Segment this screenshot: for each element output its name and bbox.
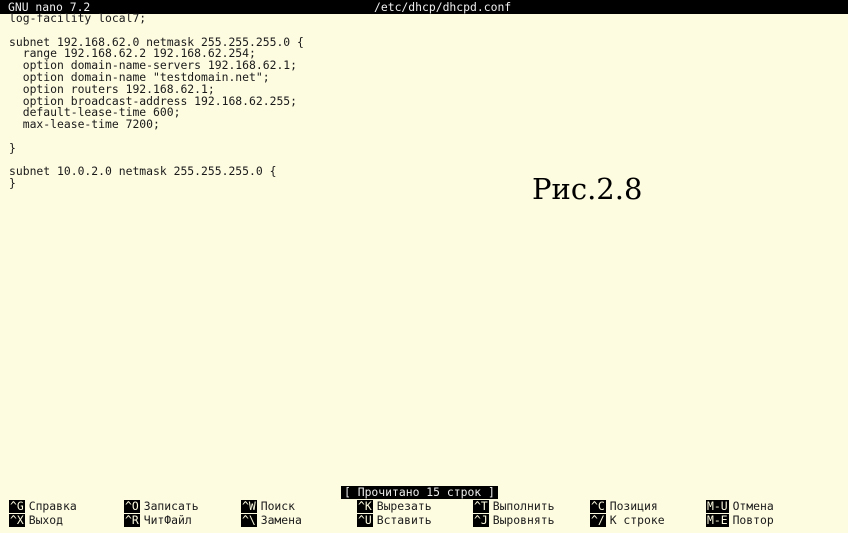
shortcut-label: Позиция [609,499,658,513]
shortcut-paste[interactable]: ^U Вставить [357,514,432,527]
shortcut-label: ЧитФайл [143,513,192,527]
shortcut-label: Выполнить [492,499,555,513]
editor-line[interactable]: subnet 10.0.2.0 netmask 255.255.255.0 { [9,166,839,178]
shortcut-search[interactable]: ^W Поиск [241,500,295,513]
shortcut-label: Отмена [732,499,774,513]
shortcut-justify[interactable]: ^J Выровнять [473,514,554,527]
shortcut-label: Повтор [732,513,774,527]
shortcut-key: ^T [473,499,489,513]
shortcut-key: ^C [590,499,606,513]
editor-line[interactable]: } [9,142,839,155]
shortcut-key: ^J [473,513,489,527]
shortcut-redo[interactable]: M-E Повтор [706,514,774,527]
shortcut-read-file[interactable]: ^R ЧитФайл [124,514,192,527]
shortcut-help[interactable]: ^G Справка [9,500,77,513]
shortcut-key: ^/ [590,513,606,527]
shortcut-execute[interactable]: ^T Выполнить [473,500,554,513]
shortcut-key: ^K [357,499,373,513]
shortcut-write[interactable]: ^O Записать [124,500,199,513]
shortcut-key: ^W [241,499,257,513]
shortcut-label: К строке [609,513,665,527]
shortcut-exit[interactable]: ^X Выход [9,514,63,527]
shortcut-replace[interactable]: ^\ Замена [241,514,302,527]
shortcut-key: ^\ [241,513,257,527]
shortcut-cut[interactable]: ^K Вырезать [357,500,432,513]
shortcut-label: Замена [260,513,302,527]
shortcut-key: ^X [9,513,25,527]
shortcut-label: Выровнять [492,513,555,527]
shortcut-key: M-U [706,499,729,513]
shortcut-label: Выход [28,513,64,527]
editor-line[interactable]: log-facility local7; [9,12,839,25]
shortcut-go-to-line[interactable]: ^/К строке [590,514,665,527]
shortcut-key: ^R [124,513,140,527]
shortcut-bar: ^G Справка ^O Записать ^W Поиск ^K Вырезать … [9,500,847,530]
file-path: /etc/dhcp/dhcpd.conf [374,0,512,14]
shortcut-key: M-E [706,513,729,527]
figure-caption: Рис.2.8 [532,172,643,206]
editor-line[interactable]: } [9,177,839,190]
shortcut-key: ^G [9,499,25,513]
editor-line[interactable] [9,131,839,143]
editor-line[interactable]: max-lease-time 7200; [9,118,839,131]
status-message: [ Прочитано 15 строк ] [341,486,498,499]
shortcut-label: Записать [143,499,199,513]
shortcut-location[interactable]: ^C Позиция [590,500,658,513]
shortcut-label: Вставить [376,513,432,527]
shortcut-undo[interactable]: M-U Отмена [706,500,774,513]
shortcut-key: ^O [124,499,140,513]
editor-area[interactable]: log-facility local7; subnet 192.168.62.0… [9,12,839,190]
shortcut-label: Поиск [260,499,296,513]
shortcut-label: Справка [28,499,77,513]
shortcut-key: ^U [357,513,373,527]
shortcut-label: Вырезать [376,499,432,513]
